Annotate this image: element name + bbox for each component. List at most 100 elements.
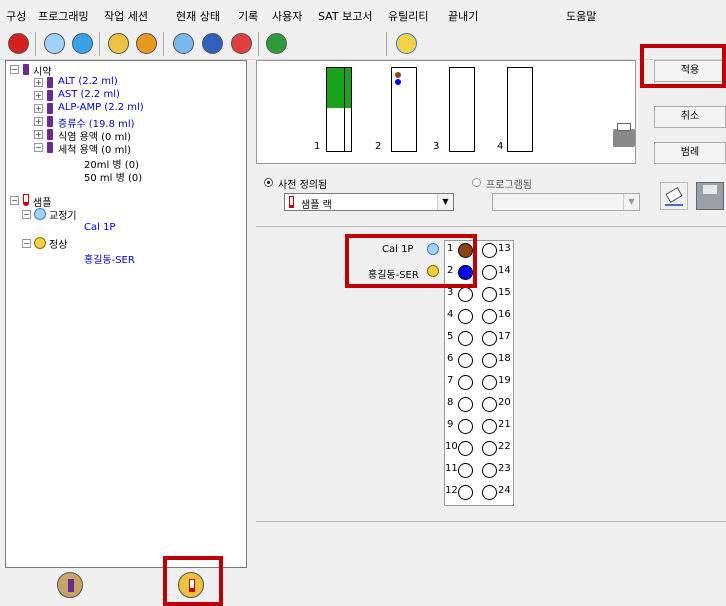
- tree-reagent-item[interactable]: ALT (2.2 ml): [58, 76, 118, 87]
- chevron-down-icon[interactable]: ▼: [623, 194, 639, 210]
- cartridge-icon[interactable]: [202, 33, 223, 54]
- menu-help[interactable]: 도움말: [566, 8, 596, 24]
- expand-icon[interactable]: +: [34, 117, 43, 126]
- pos-circle-16[interactable]: [482, 309, 497, 324]
- expand-icon[interactable]: +: [34, 78, 43, 87]
- printer-icon[interactable]: [613, 123, 635, 147]
- menu-work-session[interactable]: 작업 세션: [104, 8, 148, 24]
- menu-exit[interactable]: 끝내기: [448, 8, 478, 24]
- reagent-bottle-icon: [47, 116, 53, 127]
- pos-circle-20[interactable]: [482, 397, 497, 412]
- pos-circle-17[interactable]: [482, 331, 497, 346]
- monitor-icon[interactable]: [173, 33, 194, 54]
- pos-circle-13[interactable]: [482, 243, 497, 258]
- highlight-sample-tab: [163, 556, 223, 606]
- calibrator-icon: [34, 208, 46, 220]
- pos-circle-6[interactable]: [458, 353, 473, 368]
- pos-label: 6: [447, 353, 454, 364]
- pos-circle-4[interactable]: [458, 309, 473, 324]
- tree-calibrator[interactable]: 교정기: [49, 207, 77, 222]
- pos-circle-23[interactable]: [482, 463, 497, 478]
- menu-users[interactable]: 사용자: [272, 8, 302, 24]
- predefined-combo[interactable]: 샘플 랙 ▼: [284, 193, 454, 211]
- menu-current-status[interactable]: 현재 상태: [176, 8, 220, 24]
- pos-circle-5[interactable]: [458, 331, 473, 346]
- reagent-bottle-icon: [47, 142, 53, 153]
- tree-normal-item[interactable]: 홍길동-SER: [84, 251, 135, 266]
- collapse-icon[interactable]: −: [22, 210, 31, 219]
- expand-icon[interactable]: +: [34, 130, 43, 139]
- legend-button[interactable]: 범례: [654, 142, 726, 164]
- highlight-apply: [640, 44, 726, 88]
- toolbar-separator: [99, 32, 100, 56]
- rack-1[interactable]: [326, 67, 352, 152]
- pos-circle-19[interactable]: [482, 375, 497, 390]
- collapse-icon[interactable]: −: [10, 65, 19, 74]
- expand-icon[interactable]: +: [34, 104, 43, 113]
- pos-circle-24[interactable]: [482, 485, 497, 500]
- save-icon[interactable]: [696, 182, 724, 210]
- pos-circle-9[interactable]: [458, 419, 473, 434]
- pos-label: 7: [447, 375, 454, 386]
- weather-icon[interactable]: [396, 33, 417, 54]
- chevron-down-icon[interactable]: ▼: [437, 194, 453, 210]
- alarm-icon[interactable]: [231, 33, 252, 54]
- pos-circle-15[interactable]: [482, 287, 497, 302]
- pos-label: 16: [498, 309, 511, 320]
- menu-history[interactable]: 기록: [238, 8, 258, 24]
- cancel-button[interactable]: 취소: [654, 106, 726, 128]
- rack-2[interactable]: [391, 67, 417, 152]
- highlight-assigned-samples: [345, 234, 477, 288]
- collapse-icon[interactable]: −: [34, 143, 43, 152]
- reagent-bottle-icon: [47, 103, 53, 114]
- pos-circle-7[interactable]: [458, 375, 473, 390]
- pos-circle-12[interactable]: [458, 485, 473, 500]
- calibration-icon[interactable]: [136, 33, 157, 54]
- predefined-radio[interactable]: [264, 178, 273, 187]
- tree-calibrator-item[interactable]: Cal 1P: [84, 222, 115, 233]
- menu-config[interactable]: 구성: [6, 8, 26, 24]
- tree-reagent-item[interactable]: ALP-AMP (2.2 ml): [58, 102, 144, 113]
- radio-dot: [267, 181, 270, 184]
- collapse-icon[interactable]: −: [10, 196, 19, 205]
- toolbar-separator: [35, 32, 36, 56]
- tree-reagents[interactable]: 시약: [33, 63, 51, 78]
- tree-wash-item[interactable]: 50 ml 병 (0): [84, 169, 142, 184]
- pos-circle-3[interactable]: [458, 287, 473, 302]
- pos-circle-14[interactable]: [482, 265, 497, 280]
- pos-label: 24: [498, 485, 511, 496]
- pos-circle-8[interactable]: [458, 397, 473, 412]
- pos-circle-21[interactable]: [482, 419, 497, 434]
- rack-label: 3: [433, 141, 440, 152]
- tree-reagent-item[interactable]: AST (2.2 ml): [58, 89, 120, 100]
- tools-icon[interactable]: [266, 33, 287, 54]
- reagent-tab-icon[interactable]: [57, 572, 83, 598]
- pos-circle-22[interactable]: [482, 441, 497, 456]
- pos-label: 14: [498, 265, 511, 276]
- pos-circle-11[interactable]: [458, 463, 473, 478]
- sample-icon[interactable]: [108, 33, 129, 54]
- expand-icon[interactable]: +: [34, 91, 43, 100]
- tree-normal[interactable]: 정상: [49, 236, 67, 251]
- pos-label: 8: [447, 397, 454, 408]
- collapse-icon[interactable]: −: [22, 239, 31, 248]
- reagent-icon[interactable]: [72, 33, 93, 54]
- stop-icon[interactable]: [8, 33, 29, 54]
- tree-reagent-item[interactable]: 세척 용액 (0 ml): [58, 141, 131, 156]
- toolbar-separator: [163, 32, 164, 56]
- menu-sat-report[interactable]: SAT 보고서: [318, 8, 372, 24]
- snowflake-icon[interactable]: [44, 33, 65, 54]
- programmed-combo[interactable]: ▼: [492, 193, 640, 211]
- programmed-label: 프로그램됨: [486, 180, 532, 191]
- rack-4[interactable]: [507, 67, 533, 152]
- rack-3[interactable]: [449, 67, 475, 152]
- eraser-icon[interactable]: [660, 182, 688, 210]
- programmed-radio[interactable]: [472, 178, 481, 187]
- pos-label: 9: [447, 419, 454, 430]
- pos-circle-10[interactable]: [458, 441, 473, 456]
- pos-circle-18[interactable]: [482, 353, 497, 368]
- menu-programming[interactable]: 프로그래밍: [38, 8, 89, 24]
- eraser-underline: [665, 204, 683, 206]
- predefined-combo-value: 샘플 랙: [301, 200, 332, 211]
- menu-utility[interactable]: 유틸리티: [388, 8, 428, 24]
